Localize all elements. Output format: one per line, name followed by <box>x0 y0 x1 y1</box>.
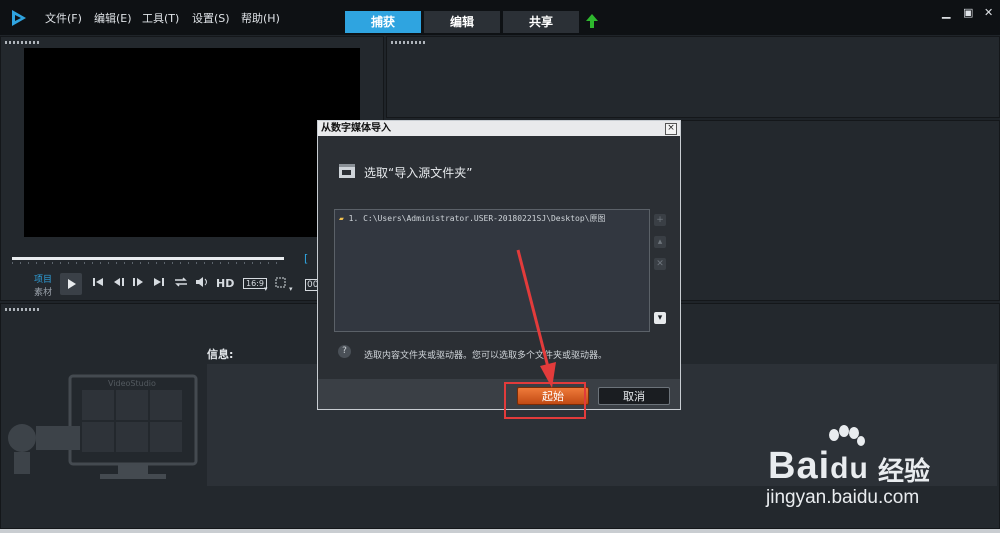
hd-toggle[interactable]: HD <box>216 277 234 290</box>
mark-in-icon[interactable]: [ <box>304 252 308 265</box>
panel-grip[interactable] <box>5 308 39 311</box>
ghost-logo-text: VideoStudio <box>108 379 156 388</box>
folder-path: 1. C:\Users\Administrator.USER-20180221S… <box>348 214 606 223</box>
help-icon: ? <box>338 345 351 358</box>
close-icon[interactable]: ✕ <box>984 6 993 19</box>
move-down-button[interactable]: ▾ <box>654 312 666 324</box>
minimize-icon[interactable]: ▁ <box>942 6 950 19</box>
menu-edit[interactable]: 编辑(E) <box>94 10 132 26</box>
prev-frame-icon[interactable] <box>113 276 127 288</box>
dialog-close-button[interactable]: × <box>665 123 677 135</box>
menu-file[interactable]: 文件(F) <box>45 10 82 26</box>
menu-tools[interactable]: 工具(T) <box>142 10 179 26</box>
clapperboard-folder-icon <box>339 164 355 178</box>
tab-capture[interactable]: 捕获 <box>345 11 421 33</box>
mode-project[interactable]: 项目 <box>34 272 52 285</box>
folder-icon: ▰ <box>339 214 344 223</box>
volume-icon[interactable] <box>195 276 211 288</box>
play-button[interactable] <box>60 273 82 295</box>
scrub-ticks <box>12 262 284 264</box>
tab-share[interactable]: 共享 <box>503 11 579 33</box>
bottom-edge <box>0 529 1000 533</box>
go-start-icon[interactable] <box>92 276 104 288</box>
annotation-highlight-box <box>504 382 586 419</box>
title-bar: 文件(F) 编辑(E) 工具(T) 设置(S) 帮助(H) 捕获 编辑 共享 ▁… <box>0 0 1000 35</box>
next-frame-icon[interactable] <box>132 276 146 288</box>
watermark-url: jingyan.baidu.com <box>766 487 920 508</box>
remove-folder-button[interactable]: ✕ <box>654 258 666 270</box>
panel-grip[interactable] <box>391 41 425 44</box>
restore-icon[interactable]: ▣ <box>963 6 973 19</box>
baidu-watermark: Baidu 经验 jingyan.baidu.com <box>760 425 996 515</box>
scrub-bar[interactable] <box>12 257 284 260</box>
go-end-icon[interactable] <box>153 276 165 288</box>
app-logo-icon <box>12 10 26 26</box>
folder-list-item[interactable]: ▰ 1. C:\Users\Administrator.USER-2018022… <box>339 213 605 224</box>
info-label: 信息: <box>207 348 234 361</box>
watermark-cn: 经验 <box>878 457 931 487</box>
repeat-icon[interactable] <box>173 276 189 288</box>
watermark-brand: Baidu <box>768 445 869 487</box>
panel-grip[interactable] <box>5 41 39 44</box>
move-up-button[interactable]: ▴ <box>654 236 666 248</box>
menu-settings[interactable]: 设置(S) <box>192 10 230 26</box>
upload-arrow-icon[interactable] <box>585 13 599 29</box>
crop-icon[interactable] <box>274 276 288 290</box>
crop-dropdown-icon[interactable]: ▾ <box>289 285 293 293</box>
menu-help[interactable]: 帮助(H) <box>241 10 280 26</box>
mode-clip[interactable]: 素材 <box>34 285 52 298</box>
dialog-heading: 选取“导入源文件夹” <box>364 166 473 180</box>
tab-edit[interactable]: 编辑 <box>424 11 500 33</box>
import-dialog: 从数字媒体导入 × 选取“导入源文件夹” ▰ 1. C:\Users\Admin… <box>317 120 681 410</box>
folder-list[interactable]: ▰ 1. C:\Users\Administrator.USER-2018022… <box>334 209 650 332</box>
aspect-dropdown-icon[interactable]: ▾ <box>264 285 268 293</box>
dialog-title: 从数字媒体导入 <box>318 121 680 136</box>
library-panel-top <box>386 36 1000 118</box>
help-text: 选取内容文件夹或驱动器。您可以选取多个文件夹或驱动器。 <box>364 351 608 361</box>
play-icon <box>68 279 76 289</box>
preview-window <box>24 48 360 237</box>
add-folder-button[interactable]: + <box>654 214 666 226</box>
cancel-button[interactable]: 取消 <box>598 387 670 405</box>
videostudio-ghost-illustration: VideoStudio <box>8 374 198 479</box>
